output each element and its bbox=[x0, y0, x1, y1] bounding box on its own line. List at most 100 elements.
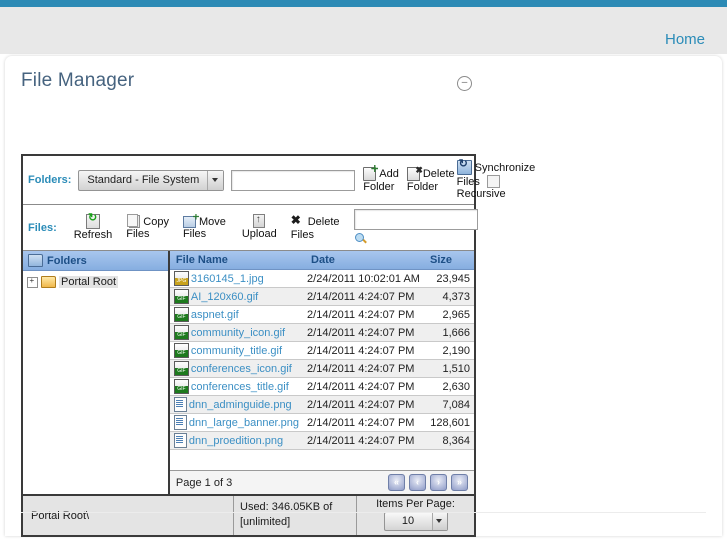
file-name-cell: dnn_proedition.png bbox=[169, 431, 304, 450]
items-per-page-value: 10 bbox=[401, 515, 415, 527]
folders-toolbar: Folders: Standard - File System Add Fold… bbox=[23, 156, 535, 205]
upload-button[interactable]: Upload bbox=[242, 213, 277, 241]
new-folder-input[interactable] bbox=[231, 169, 356, 191]
move-icon bbox=[182, 215, 196, 228]
file-date-cell: 2/14/2011 4:24:07 PM bbox=[303, 359, 424, 378]
file-size-cell: 23,945 bbox=[423, 269, 474, 288]
file-name-link[interactable]: dnn_large_banner.png bbox=[189, 417, 299, 429]
items-per-page-label: Items Per Page: bbox=[376, 498, 455, 510]
add-folder-button[interactable]: Add Folder bbox=[363, 167, 399, 193]
table-row[interactable]: conferences_title.gif 2/14/2011 4:24:07 P… bbox=[169, 377, 474, 396]
delete-folder-button[interactable]: Delete Folder bbox=[406, 164, 455, 193]
table-row[interactable]: AI_120x60.gif 2/14/2011 4:24:07 PM4,373 bbox=[169, 287, 474, 306]
synchronize-label-3: Recursive bbox=[456, 188, 506, 200]
file-cell: 3160145_1.jpg bbox=[173, 271, 299, 286]
file-date-cell: 2/14/2011 4:24:07 PM bbox=[303, 323, 424, 342]
table-row[interactable]: conferences_icon.gif 2/14/2011 4:24:07 PM… bbox=[169, 359, 474, 378]
table-row[interactable]: dnn_proedition.png 2/14/2011 4:24:07 PM 8,… bbox=[169, 431, 474, 450]
file-name-cell: dnn_large_banner.png bbox=[169, 413, 304, 432]
refresh-files-button[interactable]: Refresh bbox=[73, 212, 113, 242]
content-divider bbox=[21, 512, 706, 513]
synchronize-files-button[interactable]: Synchronize Files Recursive bbox=[456, 158, 536, 200]
file-name-link[interactable]: aspnet.gif bbox=[191, 309, 239, 321]
file-name-link[interactable]: dnn_proedition.png bbox=[189, 435, 283, 447]
file-date-cell: 2/14/2011 4:24:07 PM bbox=[303, 377, 424, 396]
file-name-link[interactable]: dnn_adminguide.png bbox=[189, 399, 292, 411]
module-header: File Manager bbox=[5, 56, 722, 98]
column-header-size[interactable]: Size bbox=[423, 251, 474, 270]
folder-provider-select[interactable]: Standard - File System bbox=[78, 169, 225, 191]
jpg-file-icon bbox=[173, 271, 189, 286]
file-name-link[interactable]: conferences_icon.gif bbox=[191, 363, 292, 375]
file-name-link[interactable]: AI_120x60.gif bbox=[191, 291, 258, 303]
file-name-link[interactable]: conferences_title.gif bbox=[191, 381, 289, 393]
file-date-cell: 2/14/2011 4:24:07 PM bbox=[303, 305, 424, 324]
synchronize-icon bbox=[456, 158, 472, 175]
table-row[interactable]: aspnet.gif 2/14/2011 4:24:07 PM2,965 bbox=[169, 305, 474, 324]
table-row[interactable]: dnn_large_banner.png 2/14/2011 4:24:07 PM… bbox=[169, 413, 474, 432]
delete-files-button[interactable]: Delete Files bbox=[290, 214, 340, 241]
file-name-cell: community_title.gif bbox=[169, 341, 304, 360]
table-row[interactable]: dnn_adminguide.png 2/14/2011 4:24:07 PM 7,… bbox=[169, 395, 474, 414]
folder-icon bbox=[41, 276, 56, 288]
file-cell: conferences_icon.gif bbox=[173, 361, 299, 376]
folder-tree-title: Folders bbox=[47, 254, 87, 267]
search-input[interactable] bbox=[353, 209, 478, 230]
items-per-page-select[interactable]: 10 bbox=[383, 512, 448, 531]
file-name-cell: conferences_title.gif bbox=[169, 377, 304, 396]
move-label-1: Move bbox=[198, 215, 226, 228]
table-row[interactable]: 3160145_1.jpg 2/24/2011 10:02:01 AM23,945 bbox=[169, 269, 474, 288]
file-list-empty-space bbox=[169, 450, 474, 470]
copy-icon bbox=[127, 214, 141, 228]
file-cell: AI_120x60.gif bbox=[173, 289, 299, 304]
recursive-checkbox[interactable] bbox=[486, 175, 500, 188]
synchronize-label-1: Synchronize bbox=[474, 161, 536, 174]
file-date-cell: 2/14/2011 4:24:07 PM bbox=[303, 431, 424, 450]
previous-page-button[interactable]: ‹ bbox=[409, 474, 426, 491]
refresh-icon bbox=[86, 212, 100, 229]
file-size-cell: 128,601 bbox=[423, 413, 474, 432]
move-files-button[interactable]: Move Files bbox=[182, 215, 226, 240]
add-folder-label-2: Folder bbox=[363, 181, 395, 193]
file-name-link[interactable]: community_title.gif bbox=[191, 345, 282, 357]
delete-folder-label-2: Folder bbox=[406, 181, 439, 193]
file-name-link[interactable]: community_icon.gif bbox=[191, 327, 285, 339]
tree-node-label: Portal Root bbox=[59, 276, 119, 288]
file-size-cell: 2,190 bbox=[423, 341, 474, 360]
file-cell: community_title.gif bbox=[173, 343, 299, 358]
column-header-date[interactable]: Date bbox=[303, 251, 424, 270]
table-row[interactable]: community_title.gif 2/14/2011 4:24:07 PM2… bbox=[169, 341, 474, 360]
gif-file-icon bbox=[173, 361, 189, 376]
tree-node-portal-root[interactable]: Portal Root bbox=[27, 276, 164, 288]
file-date-cell: 2/14/2011 4:24:07 PM bbox=[303, 287, 424, 306]
search-icon[interactable] bbox=[354, 232, 368, 246]
upload-icon bbox=[253, 213, 266, 228]
chevron-down-icon bbox=[207, 170, 224, 190]
refresh-label: Refresh bbox=[73, 228, 113, 241]
content-card: File Manager Folders: Standard - File Sy… bbox=[5, 56, 722, 537]
folder-provider-value: Standard - File System bbox=[87, 173, 200, 186]
delete-files-label-2: Files bbox=[290, 228, 314, 241]
file-date-cell: 2/14/2011 4:24:07 PM bbox=[303, 341, 424, 360]
column-header-file-name[interactable]: File Name bbox=[169, 251, 304, 270]
file-cell: dnn_proedition.png bbox=[173, 433, 299, 448]
file-name-link[interactable]: 3160145_1.jpg bbox=[191, 273, 264, 285]
first-page-button[interactable]: « bbox=[388, 474, 405, 491]
table-row[interactable]: community_icon.gif 2/14/2011 4:24:07 PM1,… bbox=[169, 323, 474, 342]
next-page-button[interactable]: › bbox=[430, 474, 447, 491]
last-page-button[interactable]: » bbox=[451, 474, 468, 491]
delete-folder-label-1: Delete bbox=[422, 168, 455, 180]
copy-files-button[interactable]: Copy Files bbox=[126, 214, 169, 240]
file-size-cell: 1,666 bbox=[423, 323, 474, 342]
primary-nav: Home bbox=[665, 31, 705, 48]
delete-folder-icon bbox=[406, 164, 423, 181]
nav-link-home[interactable]: Home bbox=[665, 31, 705, 48]
file-name-cell: community_icon.gif bbox=[169, 323, 304, 342]
copy-label-2: Files bbox=[126, 228, 150, 240]
top-accent-bar bbox=[0, 0, 727, 7]
expand-icon[interactable] bbox=[27, 276, 38, 288]
collapse-icon[interactable] bbox=[457, 76, 472, 91]
file-date-cell: 2/24/2011 10:02:01 AM bbox=[303, 269, 424, 288]
file-cell: community_icon.gif bbox=[173, 325, 299, 340]
file-date-cell: 2/14/2011 4:24:07 PM bbox=[303, 395, 424, 414]
